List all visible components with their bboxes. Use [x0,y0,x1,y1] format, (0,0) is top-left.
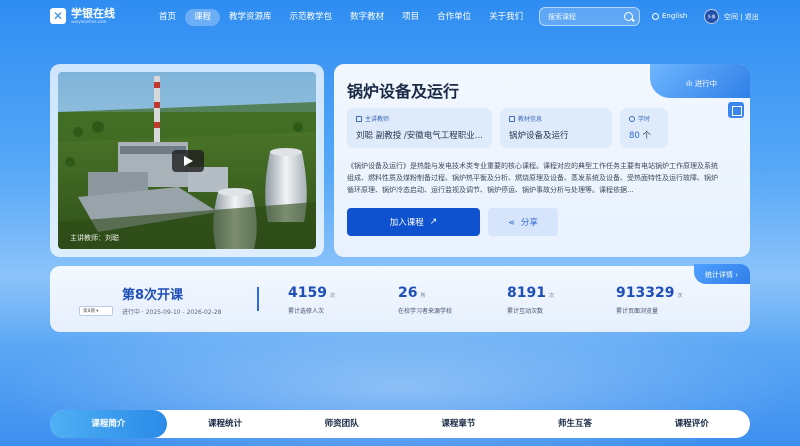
site-logo[interactable]: ✕ 学银在线 xueyinonline.com [50,8,115,24]
logo-mark-icon: ✕ [50,8,66,24]
language-label: English [662,12,688,20]
stat-number: 4159 [288,285,327,301]
hours-label: 学时 [638,116,651,123]
stats-detail-button[interactable]: 统计详情 › [694,264,750,284]
join-course-button[interactable]: 加入课程 ↗ [347,208,480,236]
stat-number: 8191 [507,285,546,301]
teacher-icon [356,115,362,122]
session-select[interactable]: 第8期 ▾ [79,306,113,316]
user-area: 头像 空间 | 退出 [704,9,759,24]
tab-faculty[interactable]: 师资团队 [283,410,400,438]
language-switch[interactable]: English [652,12,687,20]
logo-text: 学银在线 [71,7,115,20]
stat-label: 累计页面浏览量 [616,308,659,315]
nav-home[interactable]: 首页 [150,9,185,26]
stat-number: 26 [398,285,418,301]
book-icon [509,115,515,122]
course-tabs: 课程简介 课程统计 师资团队 课程章节 师生互答 课程评价 [50,410,750,438]
video-panel: 主讲教师：刘聪 [50,64,324,257]
clock-icon [629,115,635,122]
teacher-value: 刘聪 副教授 /安徽电气工程职业... [356,131,483,141]
stat-enrollments: 4159 次 累计选修人次 [288,282,335,315]
tab-intro[interactable]: 课程简介 [50,410,167,438]
nav-digital-textbook[interactable]: 数字教材 [341,9,393,26]
session-select-value: 第8期 [83,309,95,314]
share-label: 分享 [520,218,538,228]
top-header: ✕ 学银在线 xueyinonline.com 首页 课程 教学资源库 示范教学… [0,0,800,36]
stat-schools: 26 所 在校学习者来源学校 [398,282,452,315]
material-info: 教材信息 锅炉设备及运行 [500,108,612,148]
search-icon[interactable] [624,12,633,21]
course-info-panel: 锅炉设备及运行 ılı 进行中 主讲教师 刘聪 副教授 /安徽电气工程职业...… [334,64,750,257]
material-label: 教材信息 [518,116,543,123]
teacher-label: 主讲教师 [365,116,390,123]
user-links[interactable]: 空间 | 退出 [724,12,759,22]
course-description: 《锅炉设备及运行》是热能与发电技术类专业重要的核心课程。课程对应的典型工作任务主… [347,162,718,194]
teacher-info: 主讲教师 刘聪 副教授 /安徽电气工程职业... [347,108,492,148]
material-value: 锅炉设备及运行 [509,131,569,141]
stat-label: 累计互动次数 [507,308,544,315]
stat-label: 累计选修人次 [288,308,325,315]
hours-value: 80 [629,131,640,141]
stat-label: 在校学习者来源学校 [398,308,453,315]
status-badge: ılı 进行中 [650,64,750,98]
nav-partners[interactable]: 合作单位 [428,9,480,26]
stat-unit: 次 [677,293,683,299]
nav-courses[interactable]: 课程 [185,9,221,26]
main-nav: 首页 课程 教学资源库 示范教学包 数字教材 项目 合作单位 关于我们 [150,9,532,26]
video-caption: 主讲教师：刘聪 [70,234,119,242]
hours-info: 学时 80 个 [620,108,668,148]
video-player[interactable]: 主讲教师：刘聪 [58,72,316,249]
join-label: 加入课程 [389,218,424,228]
session-date-range: 进行中 · 2025-09-10 - 2026-02-28 [122,309,222,316]
nav-demo-package[interactable]: 示范教学包 [281,9,342,26]
stat-unit: 次 [548,293,554,299]
stats-divider [257,287,259,311]
search-input[interactable] [548,11,618,23]
stat-pageviews: 913329 次 累计页面浏览量 [616,282,682,315]
chevron-right-icon: › [735,271,739,279]
avatar[interactable]: 头像 [704,9,719,24]
stat-number: 913329 [616,285,675,301]
tab-qa[interactable]: 师生互答 [517,410,634,438]
stats-card: 第8次开课 第8期 ▾ 进行中 · 2025-09-10 - 2026-02-2… [50,264,750,332]
stat-unit: 所 [420,293,426,299]
session-title: 第8次开课 [122,288,184,303]
tab-reviews[interactable]: 课程评价 [633,410,750,438]
stat-interactions: 8191 次 累计互动次数 [507,282,554,315]
status-label: 进行中 [694,79,718,88]
stat-unit: 次 [329,293,335,299]
nav-projects[interactable]: 项目 [393,9,428,26]
course-title: 锅炉设备及运行 [347,82,460,101]
tab-statistics[interactable]: 课程统计 [167,410,284,438]
share-button[interactable]: ⋖ 分享 [488,208,558,236]
status-icon: ılı [686,79,695,88]
nav-about[interactable]: 关于我们 [480,9,532,26]
qr-code-icon[interactable] [728,102,744,118]
share-icon: ⋖ [508,217,515,227]
play-button[interactable] [172,150,204,172]
nav-resource-library[interactable]: 教学资源库 [220,9,281,26]
arrow-up-right-icon: ↗ [429,217,438,227]
search-box [539,7,640,26]
course-card: 主讲教师：刘聪 锅炉设备及运行 ılı 进行中 主讲教师 刘聪 副教授 /安徽电… [50,64,750,257]
hours-unit: 个 [642,131,652,141]
tab-chapters[interactable]: 课程章节 [400,410,517,438]
stats-detail-label: 统计详情 [705,271,733,279]
globe-icon [652,12,659,20]
